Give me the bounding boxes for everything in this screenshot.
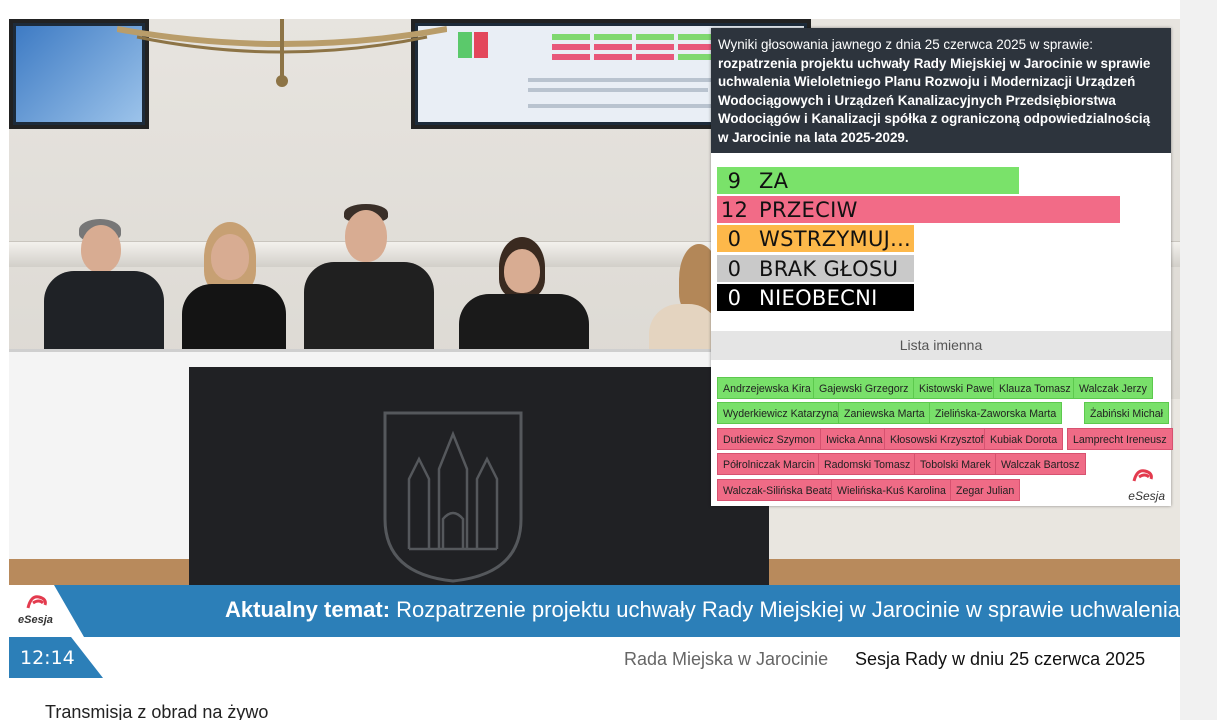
name-tag: Walczak Jerzy bbox=[1073, 377, 1153, 399]
name-tag: Kistowski Paweł bbox=[913, 377, 1001, 399]
result-row: 0 WSTRZYMUJ... bbox=[717, 225, 914, 252]
name-tag: Wielińska-Kuś Karolina bbox=[831, 479, 952, 501]
chandelier-icon bbox=[117, 19, 447, 87]
name-list-header: Lista imienna bbox=[711, 331, 1171, 360]
name-tag: Kubiak Dorota bbox=[984, 428, 1064, 450]
esesja-logo: eSesja bbox=[1125, 467, 1165, 503]
page: Wyniki głosowania jawnego z dnia 25 czer… bbox=[0, 0, 1217, 720]
name-tag: Iwicka Anna bbox=[820, 428, 889, 450]
coat-of-arms-icon bbox=[383, 411, 523, 583]
name-tag: Gajewski Grzegorz bbox=[813, 377, 915, 399]
esesja-logo-icon bbox=[1132, 469, 1153, 482]
transmission-title: Transmisja z obrad na żywo bbox=[45, 702, 269, 720]
council-name: Rada Miejska w Jarocinie bbox=[624, 649, 829, 669]
result-count: 9 bbox=[727, 168, 742, 193]
name-tag: Lamprecht Ireneusz bbox=[1067, 428, 1173, 450]
name-tag: Walczak-Silińska Beata bbox=[717, 479, 840, 501]
result-count: 12 bbox=[720, 197, 749, 222]
result-row: 12 PRZECIW bbox=[717, 196, 1120, 223]
name-tag: Żabiński Michał bbox=[1084, 402, 1170, 424]
esesja-topic-icon bbox=[26, 595, 47, 609]
result-row: 0 NIEOBECNI bbox=[717, 284, 914, 311]
result-label: BRAK GŁOSU bbox=[759, 256, 899, 281]
council-member-1 bbox=[39, 219, 179, 361]
result-count: 0 bbox=[727, 285, 742, 310]
content-card: Wyniki głosowania jawnego z dnia 25 czer… bbox=[0, 0, 1180, 720]
vote-subject: rozpatrzenia projektu uchwały Rady Miejs… bbox=[718, 55, 1151, 145]
esesja-logo-text: eSesja bbox=[1128, 489, 1165, 503]
name-tag: Zielińska-Zaworska Marta bbox=[929, 402, 1063, 424]
name-tag: Wyderkiewicz Katarzyna bbox=[717, 402, 845, 424]
result-count: 0 bbox=[727, 226, 742, 251]
name-tag: Zegar Julian bbox=[950, 479, 1021, 501]
name-tag: Dutkiewicz Szymon bbox=[717, 428, 821, 450]
vote-header: Wyniki głosowania jawnego z dnia 25 czer… bbox=[711, 28, 1171, 153]
result-label: PRZECIW bbox=[759, 197, 858, 222]
result-row: 0 BRAK GŁOSU bbox=[717, 255, 914, 282]
result-label: WSTRZYMUJ... bbox=[759, 226, 912, 251]
result-label: ZA bbox=[759, 168, 789, 193]
topic-text: Aktualny temat: Rozpatrzenie projektu uc… bbox=[225, 597, 1180, 623]
topic-logo-text: eSesja bbox=[18, 614, 53, 626]
clock-time: 12:14 bbox=[20, 647, 75, 669]
name-tag: Radomski Tomasz bbox=[818, 453, 917, 475]
topic-value: Rozpatrzenie projektu uchwały Rady Miejs… bbox=[390, 597, 1180, 622]
name-tag: Tobolski Marek bbox=[914, 453, 997, 475]
result-label: NIEOBECNI bbox=[759, 285, 878, 310]
name-tag: Półrolniczak Marcin bbox=[717, 453, 821, 475]
vote-intro: Wyniki głosowania jawnego z dnia 25 czer… bbox=[718, 37, 1094, 52]
name-tag: Zaniewska Marta bbox=[838, 402, 931, 424]
topic-bar: Aktualny temat: Rozpatrzenie projektu uc… bbox=[9, 585, 1180, 637]
result-row: 9 ZA bbox=[717, 167, 1019, 194]
council-member-2 bbox=[174, 222, 294, 359]
name-tag: Klauza Tomasz bbox=[993, 377, 1077, 399]
session-title: Sesja Rady w dniu 25 czerwca 2025 bbox=[855, 649, 1146, 669]
council-member-3 bbox=[299, 204, 439, 367]
result-count: 0 bbox=[727, 256, 742, 281]
name-tag: Kłosowski Krzysztof bbox=[884, 428, 990, 450]
topic-key: Aktualny temat: bbox=[225, 597, 391, 622]
name-tag: Walczak Bartosz bbox=[995, 453, 1086, 475]
name-tag: Andrzejewska Kira bbox=[717, 377, 817, 399]
vote-results-panel: Wyniki głosowania jawnego z dnia 25 czer… bbox=[711, 28, 1173, 506]
